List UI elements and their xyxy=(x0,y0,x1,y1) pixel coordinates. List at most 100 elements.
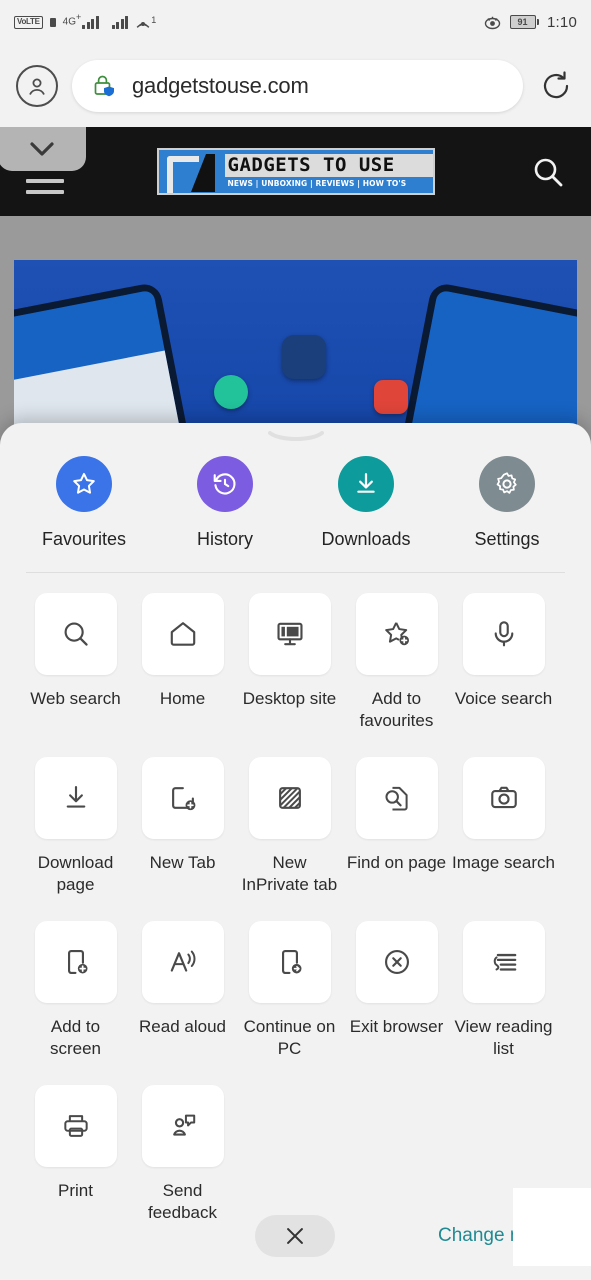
menu-tile[interactable] xyxy=(248,756,331,839)
menu-tile[interactable] xyxy=(248,920,331,1003)
menu-item-label: Print xyxy=(58,1180,93,1200)
menu-item-new-tab[interactable]: New Tab xyxy=(129,756,236,897)
quick-action-settings[interactable]: Settings xyxy=(449,456,565,550)
menu-tile[interactable] xyxy=(355,756,438,839)
status-bar-left: VoLTE 4G+ 1 xyxy=(14,13,156,30)
favourites-circle[interactable] xyxy=(56,456,112,512)
hero-icon-share xyxy=(214,375,248,409)
menu-item-continue-on-pc[interactable]: Continue on PC xyxy=(236,920,343,1061)
menu-tile[interactable] xyxy=(141,756,224,839)
menu-item-label: Download page xyxy=(37,852,114,895)
history-circle[interactable] xyxy=(197,456,253,512)
network-type-label: 4G xyxy=(62,16,76,28)
menu-item-voice-search[interactable]: Voice search xyxy=(450,593,557,733)
menu-tile[interactable] xyxy=(34,920,117,1003)
menu-item-add-to-favourites[interactable]: Add to favourites xyxy=(343,593,450,733)
site-search-icon[interactable] xyxy=(531,155,565,189)
tab-switcher-panel[interactable] xyxy=(0,127,86,171)
sheet-bottom-bar: Change n xyxy=(0,1206,591,1266)
hotspot-count-label: 1 xyxy=(151,14,157,25)
download-arrow-icon xyxy=(66,785,85,808)
add-to-screen-icon xyxy=(67,949,87,974)
star-icon xyxy=(73,472,95,494)
quick-action-downloads[interactable]: Downloads xyxy=(308,456,424,550)
quick-action-label: Downloads xyxy=(321,529,411,549)
menu-item-download-page[interactable]: Download page xyxy=(22,756,129,897)
star-plus-icon xyxy=(384,622,409,646)
clock-label: 1:10 xyxy=(547,13,577,31)
menu-tile[interactable] xyxy=(34,593,117,675)
read-aloud-icon xyxy=(170,950,195,972)
menu-tile[interactable] xyxy=(355,920,438,1003)
printer-icon xyxy=(63,1114,88,1137)
menu-item-find-on-page[interactable]: Find on page xyxy=(343,756,450,897)
menu-item-image-search[interactable]: Image search xyxy=(450,756,557,897)
status-bar-right: 91 1:10 xyxy=(483,14,578,31)
menu-item-new-inprivate-tab[interactable]: New InPrivate tab xyxy=(236,756,343,897)
menu-tile[interactable] xyxy=(141,593,224,675)
menu-tile[interactable] xyxy=(462,920,545,1003)
menu-item-desktop-site[interactable]: Desktop site xyxy=(236,593,343,733)
menu-tile[interactable] xyxy=(34,1084,117,1167)
menu-item-home[interactable]: Home xyxy=(129,593,236,733)
hamburger-menu-icon[interactable] xyxy=(26,179,64,201)
browser-toolbar: gadgetstouse.com xyxy=(0,44,591,127)
signal-bars-secondary-icon xyxy=(111,15,129,29)
sim-indicator-icon xyxy=(49,17,56,27)
status-bar: VoLTE 4G+ 1 91 1:10 xyxy=(0,0,591,44)
reload-icon[interactable] xyxy=(537,67,575,105)
close-button[interactable] xyxy=(255,1215,335,1257)
gear-icon xyxy=(496,472,517,494)
menu-tile[interactable] xyxy=(462,756,545,839)
close-icon xyxy=(287,1228,303,1244)
site-header: GADGETS TO USE NEWS | UNBOXING | REVIEWS… xyxy=(0,127,591,216)
menu-tile[interactable] xyxy=(34,756,117,839)
url-text[interactable]: gadgetstouse.com xyxy=(132,73,309,99)
new-tab-icon xyxy=(171,786,195,811)
menu-item-exit-browser[interactable]: Exit browser xyxy=(343,920,450,1061)
menu-item-web-search[interactable]: Web search xyxy=(22,593,129,733)
menu-item-send-feedback[interactable]: Send feedback xyxy=(129,1084,236,1225)
menu-item-label: Image search xyxy=(452,852,555,872)
menu-tile[interactable] xyxy=(141,1084,224,1167)
volte-icon: VoLTE xyxy=(14,15,43,29)
settings-circle[interactable] xyxy=(479,456,535,512)
menu-item-view-reading-list[interactable]: View reading list xyxy=(450,920,557,1061)
menu-item-print[interactable]: Print xyxy=(22,1084,129,1225)
quick-action-favourites[interactable]: Favourites xyxy=(26,456,142,550)
menu-item-label: Voice search xyxy=(454,689,553,708)
hotspot-icon: 1 xyxy=(135,15,156,30)
find-on-page-icon xyxy=(384,786,408,811)
quick-action-history[interactable]: History xyxy=(167,456,283,550)
downloads-circle[interactable] xyxy=(338,456,394,512)
menu-item-label: Find on page xyxy=(346,852,447,872)
quick-action-label: Settings xyxy=(474,529,540,549)
battery-icon: 91 xyxy=(509,15,539,29)
menu-item-add-to-screen[interactable]: Add to screen xyxy=(22,920,129,1061)
chevron-down-icon xyxy=(30,142,54,156)
menu-item-label: Add to screen xyxy=(49,1016,102,1059)
menu-tile[interactable] xyxy=(462,593,545,675)
menu-tile[interactable] xyxy=(355,593,438,675)
menu-item-read-aloud[interactable]: Read aloud xyxy=(129,920,236,1061)
menu-item-label: Exit browser xyxy=(349,1016,444,1036)
change-settings-link[interactable]: Change n xyxy=(438,1225,520,1247)
menu-tile[interactable] xyxy=(248,593,331,675)
site-logo-title: GADGETS TO USE xyxy=(224,153,433,177)
drag-handle[interactable] xyxy=(267,431,324,443)
account-circle-icon[interactable] xyxy=(16,64,58,107)
reading-list-icon xyxy=(493,953,516,971)
search-icon xyxy=(64,622,88,646)
microphone-icon xyxy=(494,621,513,647)
eye-comfort-icon xyxy=(483,15,502,30)
camera-icon xyxy=(490,786,517,809)
menu-item-label: Read aloud xyxy=(139,1016,226,1036)
site-logo[interactable]: GADGETS TO USE NEWS | UNBOXING | REVIEWS… xyxy=(156,148,435,195)
signal-bars-icon: 4G+ xyxy=(62,13,99,29)
browser-menu-sheet: Favourites History Downloads Settings We… xyxy=(0,423,591,1280)
site-logo-mark-icon xyxy=(158,150,221,193)
menu-tile[interactable] xyxy=(141,920,224,1003)
menu-item-label: Web search xyxy=(30,689,121,708)
quick-action-label: History xyxy=(196,529,253,549)
address-bar[interactable]: gadgetstouse.com xyxy=(72,59,523,112)
